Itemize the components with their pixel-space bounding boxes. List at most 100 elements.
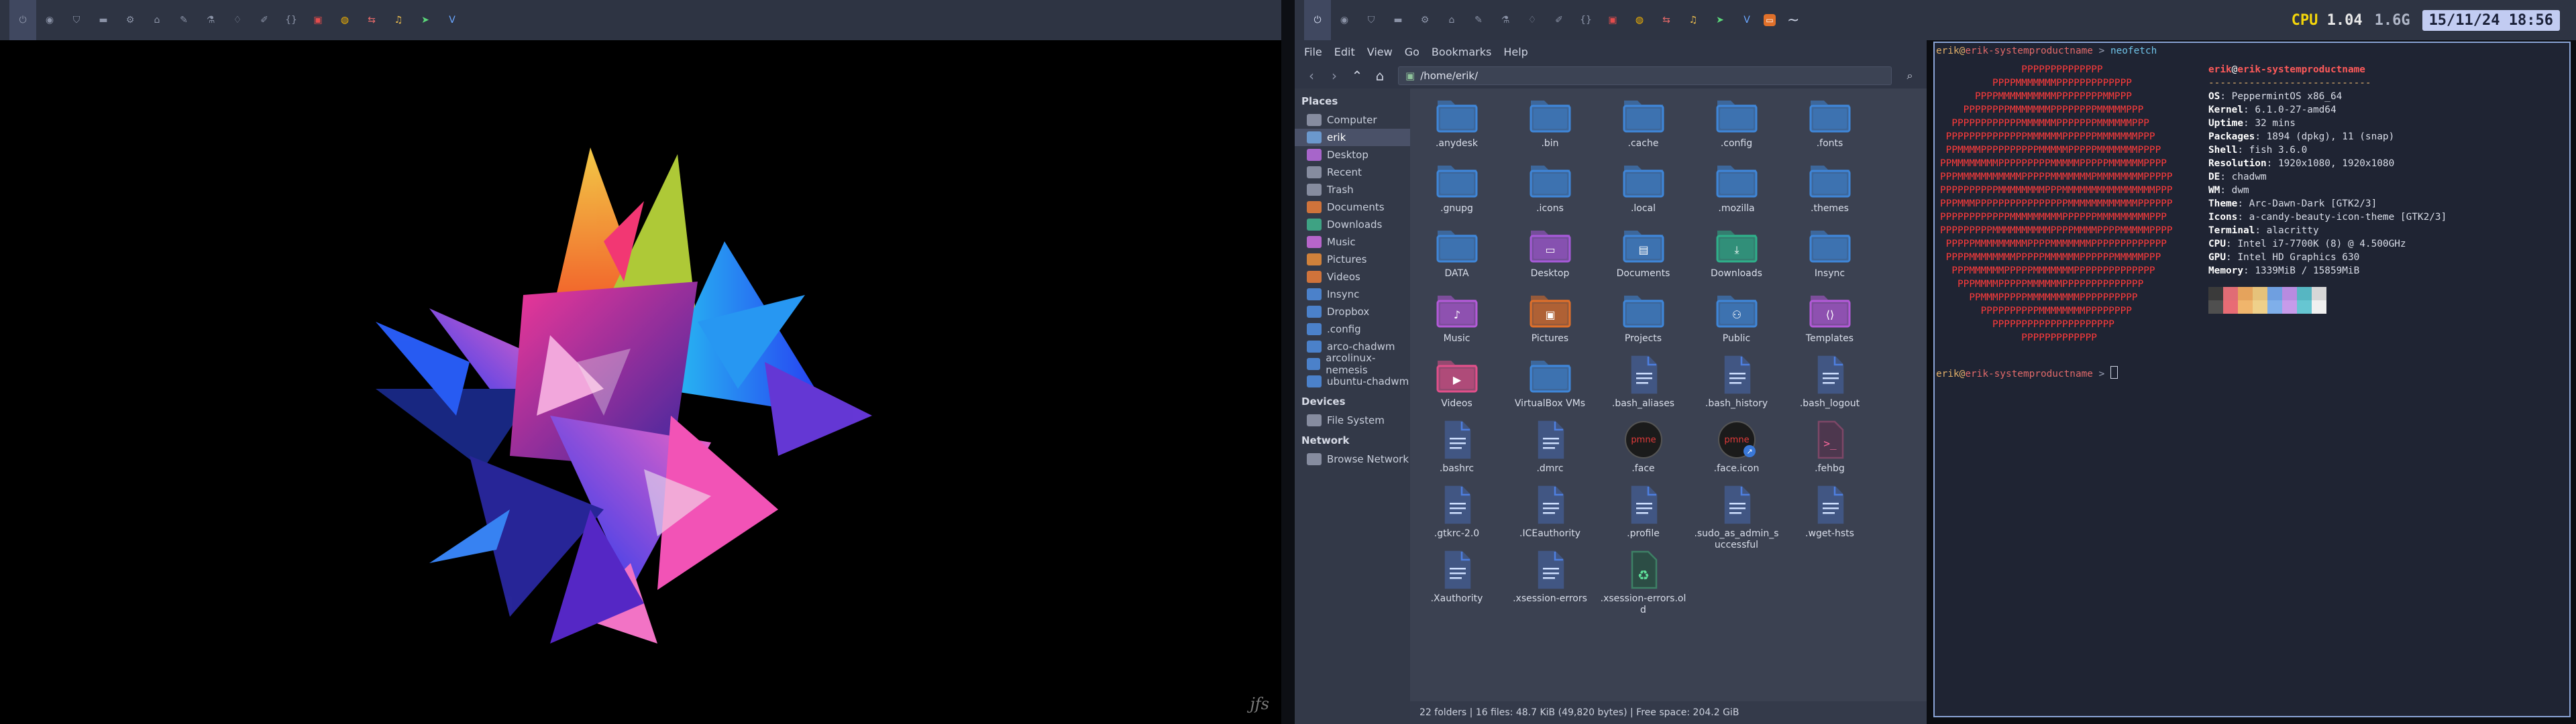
right-tag-13[interactable]: ◍ — [1626, 0, 1653, 40]
item-dot-xauthority[interactable]: .Xauthority — [1410, 544, 1503, 609]
item-dot-bash-logout[interactable]: .bash_logout — [1783, 349, 1876, 414]
item-dot-dmrc[interactable]: .dmrc — [1503, 414, 1597, 479]
left-tag-14[interactable]: ⇆ — [358, 0, 385, 40]
terminal-icon[interactable]: ▭ — [1760, 0, 1779, 40]
item-dot-bash-aliases[interactable]: .bash_aliases — [1597, 349, 1690, 414]
right-tag-8[interactable]: ⚗ — [1492, 0, 1519, 40]
item-dot-profile[interactable]: .profile — [1597, 479, 1690, 544]
left-tag-2[interactable]: ◉ — [36, 0, 63, 40]
menu-bookmarks[interactable]: Bookmarks — [1426, 44, 1497, 60]
sidebar-item-desktop[interactable]: Desktop — [1295, 146, 1410, 164]
left-tag-17[interactable]: V — [439, 0, 466, 40]
item-dot-icons[interactable]: .icons — [1503, 154, 1597, 219]
item-dot-gnupg[interactable]: .gnupg — [1410, 154, 1503, 219]
right-tag-9[interactable]: ♢ — [1519, 0, 1546, 40]
right-tag-10[interactable]: ✐ — [1546, 0, 1572, 40]
item-dot-xsession-errors-old[interactable]: ♻ .xsession-errors.old — [1597, 544, 1690, 615]
left-tag-9[interactable]: ♢ — [224, 0, 251, 40]
sidebar-item-documents[interactable]: Documents — [1295, 198, 1410, 216]
right-tag-5[interactable]: ⚙ — [1411, 0, 1438, 40]
item-virtualbox-vms[interactable]: VirtualBox VMs — [1503, 349, 1597, 414]
item-pictures[interactable]: ▣ Pictures — [1503, 284, 1597, 349]
item-dot-face[interactable]: pmne .face — [1597, 414, 1690, 479]
datetime[interactable]: 15/11/24 18:56 — [2422, 9, 2560, 31]
item-music[interactable]: ♪ Music — [1410, 284, 1503, 349]
item-dot-iceauthority[interactable]: .ICEauthority — [1503, 479, 1597, 544]
sidebar-item-ubuntu-chadwm[interactable]: ubuntu-chadwm — [1295, 373, 1410, 390]
item-insync[interactable]: Insync — [1783, 219, 1876, 284]
right-tag-7[interactable]: ✎ — [1465, 0, 1492, 40]
left-tag-5[interactable]: ⚙ — [117, 0, 144, 40]
item-dot-bashrc[interactable]: .bashrc — [1410, 414, 1503, 479]
item-dot-fehbg[interactable]: >_ .fehbg — [1783, 414, 1876, 479]
item-dot-sudo-as-admin-successful[interactable]: .sudo_as_admin_successful — [1690, 479, 1783, 550]
right-tag-14[interactable]: ⇆ — [1653, 0, 1680, 40]
sidebar-item-downloads[interactable]: Downloads — [1295, 216, 1410, 233]
terminal-window[interactable]: erik@erik-systemproductname > neofetch P… — [1933, 42, 2571, 717]
item-dot-cache[interactable]: .cache — [1597, 88, 1690, 154]
right-tag-3[interactable]: ⛉ — [1358, 0, 1385, 40]
item-templates[interactable]: ⟨⟩ Templates — [1783, 284, 1876, 349]
right-tag-15[interactable]: ♫ — [1680, 0, 1707, 40]
back-button[interactable]: ‹ — [1300, 66, 1323, 86]
left-tag-16[interactable]: ➤ — [412, 0, 439, 40]
left-tag-1[interactable]: ⏻ — [9, 0, 36, 40]
item-public[interactable]: ⚇ Public — [1690, 284, 1783, 349]
menu-view[interactable]: View — [1362, 44, 1398, 60]
item-dot-bin[interactable]: .bin — [1503, 88, 1597, 154]
item-dot-wget-hsts[interactable]: .wget-hsts — [1783, 479, 1876, 544]
sidebar-item-file-system[interactable]: File System — [1295, 412, 1410, 429]
sidebar-item-arcolinux-nemesis[interactable]: arcolinux-nemesis — [1295, 352, 1410, 376]
location-bar[interactable]: ▣ /home/erik/ — [1398, 66, 1892, 85]
menu-edit[interactable]: Edit — [1329, 44, 1360, 60]
left-tag-8[interactable]: ⚗ — [197, 0, 224, 40]
sidebar-item-config[interactable]: .config — [1295, 320, 1410, 338]
item-dot-face-icon[interactable]: pmne ↗ .face.icon — [1690, 414, 1783, 479]
right-tag-17[interactable]: V — [1733, 0, 1760, 40]
sidebar-item-videos[interactable]: Videos — [1295, 268, 1410, 286]
item-dot-local[interactable]: .local — [1597, 154, 1690, 219]
forward-button[interactable]: › — [1323, 66, 1346, 86]
right-tag-2[interactable]: ◉ — [1331, 0, 1358, 40]
menu-go[interactable]: Go — [1399, 44, 1425, 60]
item-videos[interactable]: ▶ Videos — [1410, 349, 1503, 414]
left-tag-4[interactable]: ▬ — [90, 0, 117, 40]
left-tag-6[interactable]: ⌂ — [144, 0, 170, 40]
left-tag-13[interactable]: ◍ — [331, 0, 358, 40]
sidebar-item-erik[interactable]: erik — [1295, 129, 1410, 146]
item-desktop[interactable]: ▭ Desktop — [1503, 219, 1597, 284]
up-button[interactable]: ⌃ — [1346, 66, 1368, 86]
left-tag-3[interactable]: ⛉ — [63, 0, 90, 40]
item-projects[interactable]: Projects — [1597, 284, 1690, 349]
left-tag-10[interactable]: ✐ — [251, 0, 278, 40]
right-tag-4[interactable]: ▬ — [1385, 0, 1411, 40]
item-dot-bash-history[interactable]: .bash_history — [1690, 349, 1783, 414]
menu-file[interactable]: File — [1299, 44, 1328, 60]
item-dot-gtkrc-2-0[interactable]: .gtkrc-2.0 — [1410, 479, 1503, 544]
sidebar-item-browse-network[interactable]: Browse Network — [1295, 450, 1410, 468]
left-tag-12[interactable]: ▣ — [305, 0, 331, 40]
sidebar-item-music[interactable]: Music — [1295, 233, 1410, 251]
menu-help[interactable]: Help — [1498, 44, 1533, 60]
sidebar-item-dropbox[interactable]: Dropbox — [1295, 303, 1410, 320]
sidebar-item-trash[interactable]: Trash — [1295, 181, 1410, 198]
item-dot-xsession-errors[interactable]: .xsession-errors — [1503, 544, 1597, 609]
item-dot-config[interactable]: .config — [1690, 88, 1783, 154]
item-dot-fonts[interactable]: .fonts — [1783, 88, 1876, 154]
left-tag-7[interactable]: ✎ — [170, 0, 197, 40]
search-button[interactable]: ⌕ — [1898, 66, 1921, 86]
item-dot-mozilla[interactable]: .mozilla — [1690, 154, 1783, 219]
item-downloads[interactable]: ⤓ Downloads — [1690, 219, 1783, 284]
item-dot-themes[interactable]: .themes — [1783, 154, 1876, 219]
home-button[interactable]: ⌂ — [1368, 66, 1391, 86]
right-tag-6[interactable]: ⌂ — [1438, 0, 1465, 40]
right-tag-11[interactable]: {} — [1572, 0, 1599, 40]
item-documents[interactable]: ▤ Documents — [1597, 219, 1690, 284]
right-tag-16[interactable]: ➤ — [1707, 0, 1733, 40]
left-tag-15[interactable]: ♫ — [385, 0, 412, 40]
right-tag-1[interactable]: ⏻ — [1304, 0, 1331, 40]
sidebar-item-computer[interactable]: Computer — [1295, 111, 1410, 129]
item-data[interactable]: DATA — [1410, 219, 1503, 284]
right-tag-12[interactable]: ▣ — [1599, 0, 1626, 40]
sidebar-item-recent[interactable]: Recent — [1295, 164, 1410, 181]
